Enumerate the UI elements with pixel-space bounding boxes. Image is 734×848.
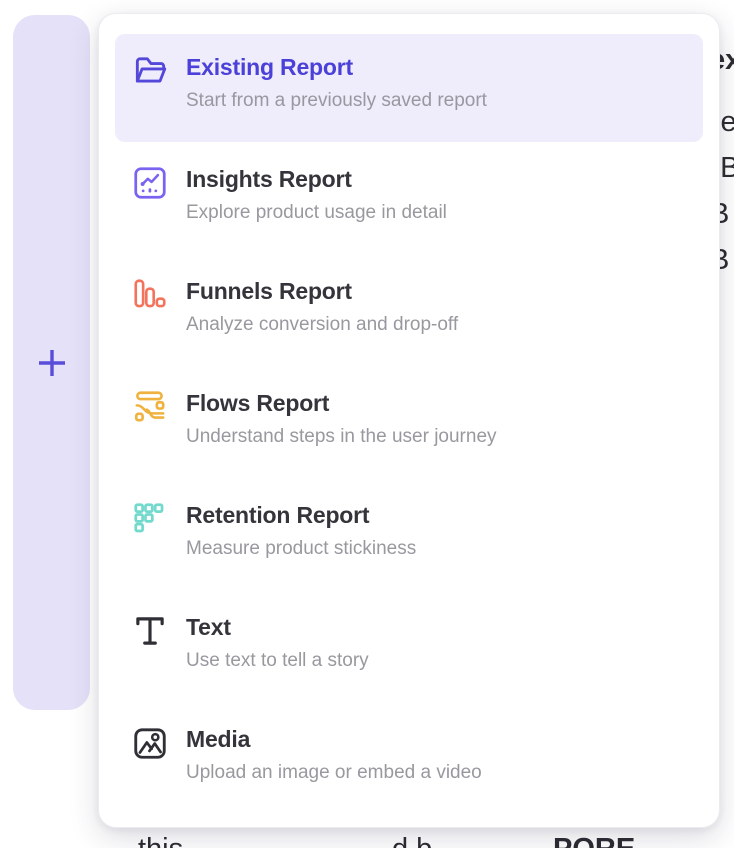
menu-item-title: Flows Report — [186, 389, 497, 417]
flows-icon — [131, 388, 169, 426]
menu-item-funnels-report[interactable]: Funnels Report Analyze conversion and dr… — [115, 258, 703, 366]
retention-grid-icon — [131, 500, 169, 538]
menu-item-subtitle: Start from a previously saved report — [186, 88, 487, 113]
menu-item-retention-report[interactable]: Retention Report Measure product stickin… — [115, 482, 703, 590]
menu-item-title: Retention Report — [186, 501, 416, 529]
menu-item-subtitle: Upload an image or embed a video — [186, 760, 482, 785]
funnel-bars-icon — [131, 276, 169, 314]
bg-text-fragment: PORE — [553, 833, 635, 848]
menu-item-title: Funnels Report — [186, 277, 458, 305]
menu-item-title: Existing Report — [186, 53, 487, 81]
menu-item-subtitle: Analyze conversion and drop-off — [186, 312, 458, 337]
add-report-menu: Existing Report Start from a previously … — [98, 13, 720, 828]
menu-item-flows-report[interactable]: Flows Report Understand steps in the use… — [115, 370, 703, 478]
menu-item-subtitle: Measure product stickiness — [186, 536, 416, 561]
menu-item-media[interactable]: Media Upload an image or embed a video — [115, 706, 703, 814]
menu-item-title: Insights Report — [186, 165, 447, 193]
menu-item-insights-report[interactable]: Insights Report Explore product usage in… — [115, 146, 703, 254]
folder-open-icon — [131, 52, 169, 90]
menu-item-title: Text — [186, 613, 369, 641]
add-content-rail — [13, 15, 90, 710]
bg-text-fragment: d b — [392, 833, 432, 848]
insights-chart-icon — [131, 164, 169, 202]
text-icon — [131, 612, 169, 650]
add-report-button[interactable] — [32, 343, 72, 383]
menu-item-existing-report[interactable]: Existing Report Start from a previously … — [115, 34, 703, 142]
menu-item-title: Media — [186, 725, 482, 753]
menu-item-subtitle: Understand steps in the user journey — [186, 424, 497, 449]
bg-text-fragment: this — [138, 833, 183, 848]
media-image-icon — [131, 724, 169, 762]
menu-item-subtitle: Explore product usage in detail — [186, 200, 447, 225]
menu-item-subtitle: Use text to tell a story — [186, 648, 369, 673]
plus-icon — [35, 346, 69, 380]
menu-item-text[interactable]: Text Use text to tell a story — [115, 594, 703, 702]
